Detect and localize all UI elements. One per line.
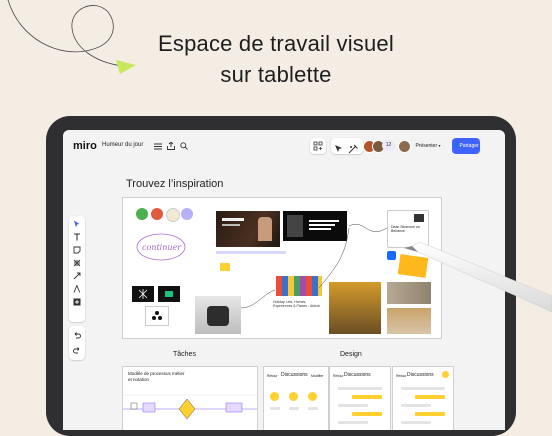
text-placeholder — [401, 421, 431, 424]
text-placeholder — [338, 421, 368, 424]
stylus — [404, 241, 552, 313]
